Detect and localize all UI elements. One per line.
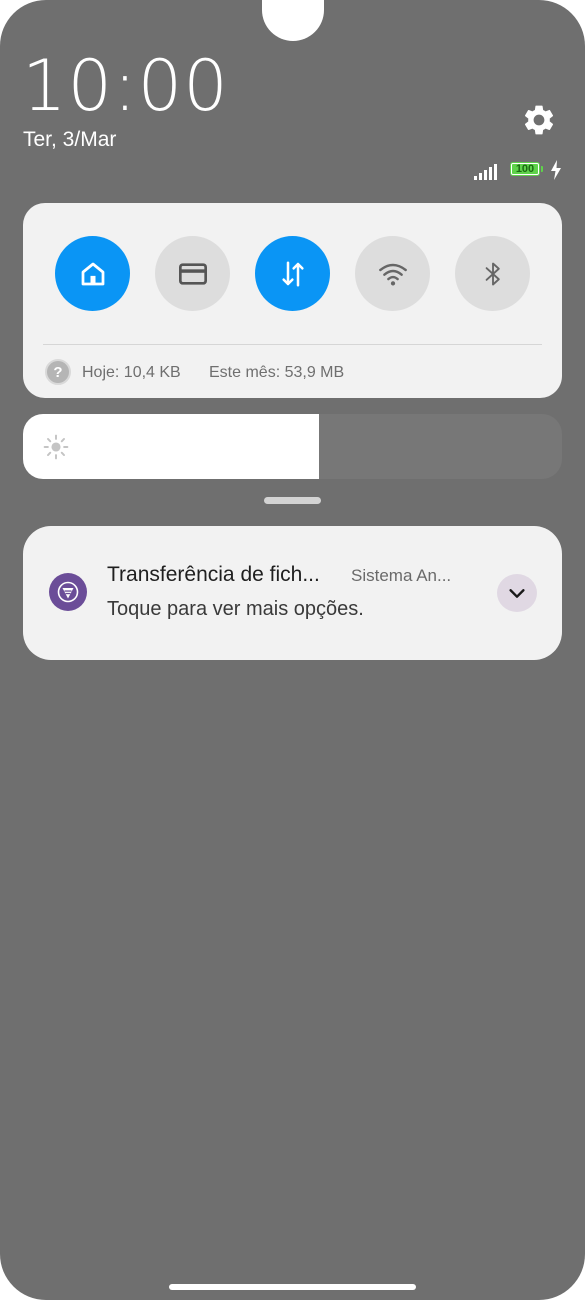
- data-usage-month: Este mês: 53,9 MB: [209, 364, 345, 381]
- battery-icon: 100: [510, 162, 540, 176]
- sun-icon: [43, 434, 69, 460]
- settings-gear-icon[interactable]: [521, 102, 557, 138]
- card-icon: [178, 262, 207, 285]
- home-icon: [81, 262, 104, 285]
- data-usage-today: Hoje: 10,4 KB: [82, 364, 181, 381]
- charging-bolt-icon: [551, 160, 561, 180]
- notification-text: Toque para ver mais opções.: [107, 598, 364, 620]
- signal-icon: [474, 164, 497, 180]
- wifi-tile[interactable]: [355, 236, 430, 311]
- usb-transfer-icon: [49, 573, 87, 611]
- notification-source: Sistema An...: [351, 566, 452, 585]
- data-transfer-icon: [281, 261, 304, 286]
- wifi-icon: [378, 263, 407, 285]
- quick-settings-panel: ? Hoje: 10,4 KB Este mês: 53,9 MB: [23, 203, 562, 398]
- card-tile[interactable]: [155, 236, 230, 311]
- phone-screen: 10:00 Ter, 3/Mar 100 ? Hoje: 10,4 KB Est…: [0, 0, 585, 1300]
- home-tile[interactable]: [55, 236, 130, 311]
- mobile-data-tile[interactable]: [255, 236, 330, 311]
- date: Ter, 3/Mar: [23, 128, 117, 151]
- notification-title: Transferência de fich...: [107, 563, 320, 586]
- battery-level: 100: [515, 163, 535, 175]
- battery-cap: [541, 166, 543, 172]
- brightness-slider[interactable]: [23, 414, 562, 479]
- camera-notch: [262, 0, 324, 41]
- clock: 10:00: [22, 45, 229, 127]
- home-indicator[interactable]: [169, 1284, 416, 1290]
- bluetooth-tile[interactable]: [455, 236, 530, 311]
- expand-chevron-icon[interactable]: [497, 574, 537, 612]
- help-icon[interactable]: ?: [45, 359, 71, 385]
- notification-card[interactable]: Transferência de fich... Sistema An... T…: [23, 526, 562, 660]
- drag-handle[interactable]: [264, 497, 321, 504]
- panel-divider: [43, 344, 542, 345]
- bluetooth-icon: [485, 262, 500, 285]
- status-icons: 100: [474, 160, 566, 182]
